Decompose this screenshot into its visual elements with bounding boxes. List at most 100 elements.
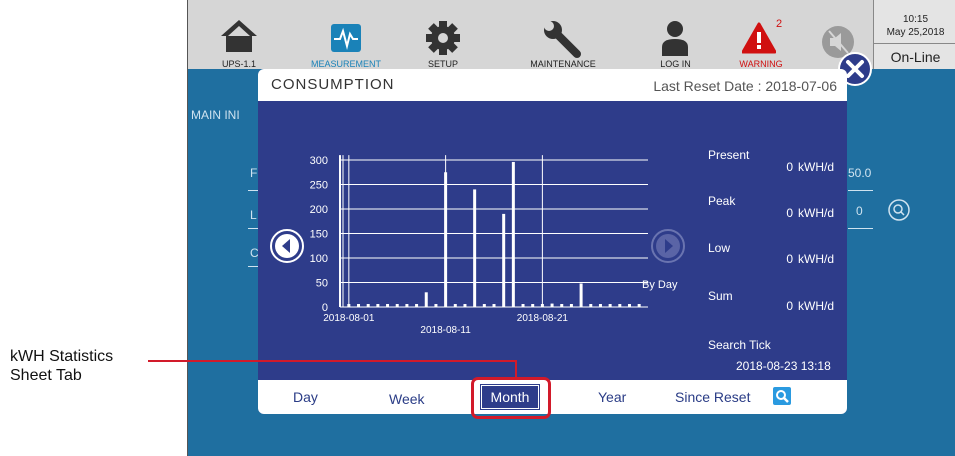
callout-line-2: Sheet Tab [10,367,82,384]
background-value-fragment: 0 [856,204,863,218]
wrench-icon [544,21,581,58]
tab-year[interactable]: Year [598,389,626,405]
bar-day-20 [531,304,535,307]
y-tick-label: 150 [310,229,328,241]
background-divider [848,228,873,229]
present-unit: kWH/d [798,160,834,174]
bar-day-3 [366,304,370,307]
bar-day-15 [482,304,486,307]
callout-label: kWH Statistics Sheet Tab [10,347,113,385]
online-status: On-Line [874,43,955,70]
kwh-statistics-tab-bar: Day Week Month Year Since Reset [258,380,847,414]
nav-item-ups[interactable]: UPS-1.1 [208,0,270,69]
low-value: 0 [786,252,793,266]
y-tick-label: 50 [316,278,328,290]
status-clock-panel: 10:15 May 25,2018 On-Line [873,0,955,69]
clock-date: May 25,2018 [886,27,945,38]
bar-day-19 [521,304,525,307]
background-search-icon[interactable] [887,198,911,222]
nav-item-warning[interactable]: 2 WARNING [726,0,796,69]
nav-item-measurement[interactable]: MEASUREMENT [306,0,386,69]
callout-leader-line [148,360,516,362]
bar-day-18 [511,161,515,307]
waveform-icon [331,24,361,52]
bar-day-25 [579,283,583,307]
callout-line-1: kWH Statistics [10,348,114,365]
last-reset-date: Last Reset Date : 2018-07-06 [653,78,837,94]
bar-day-13 [463,304,467,307]
bar-day-26 [589,304,593,307]
tab-day[interactable]: Day [293,389,318,405]
bar-day-6 [395,304,399,307]
home-icon [221,20,257,52]
background-divider [848,190,873,191]
dialog-title: CONSUMPTION [271,76,395,93]
bar-day-27 [598,304,602,307]
sum-value: 0 [786,299,793,313]
consumption-chart: 0501001502002503002018-08-012018-08-1120… [310,155,648,336]
nav-label-setup: SETUP [427,59,458,69]
bar-day-9 [424,292,428,307]
y-tick-label: 300 [310,155,328,167]
nav-item-setup[interactable]: SETUP [413,0,473,69]
y-tick-label: 100 [310,253,328,265]
bar-day-16 [492,304,496,307]
x-tick-label: 2018-08-01 [323,313,375,324]
low-label: Low [708,241,731,255]
warning-icon [742,22,776,54]
peak-unit: kWH/d [798,206,834,220]
nav-label-ups: UPS-1.1 [221,59,256,69]
tab-since-reset[interactable]: Since Reset [675,389,750,405]
y-tick-label: 200 [310,204,328,216]
sum-unit: kWH/d [798,299,834,313]
bar-day-29 [618,304,622,307]
nav-label-measurement: MEASUREMENT [310,59,381,69]
bar-day-28 [608,304,612,307]
by-day-label: By Day [642,279,678,291]
tab-week[interactable]: Week [389,391,425,407]
bar-day-2 [357,304,361,307]
background-value-fragment: 50.0 [848,166,872,180]
bar-day-7 [405,304,409,307]
bar-day-23 [560,304,564,307]
bar-day-31 [637,304,641,307]
nav-item-login[interactable]: LOG IN [648,0,703,69]
user-icon [662,21,688,56]
x-tick-label: 2018-08-11 [420,325,471,336]
present-label: Present [708,148,750,162]
callout-highlight-box [471,377,551,419]
peak-value: 0 [786,206,793,220]
callout-leader-line [515,360,517,377]
present-value: 0 [786,160,793,174]
warning-count-badge: 2 [776,18,783,30]
peak-label: Peak [708,194,736,208]
search-icon[interactable] [773,387,791,405]
background-fragment-f: F [250,166,258,180]
x-tick-label: 2018-08-21 [517,313,569,324]
bar-day-14 [473,189,477,307]
clock-time: 10:15 [902,14,929,25]
nav-label-login: LOG IN [660,59,691,69]
bar-day-8 [415,304,419,307]
bar-day-10 [434,304,438,307]
bar-day-11 [444,172,448,307]
next-arrow-button[interactable] [650,228,686,264]
y-tick-label: 250 [310,180,328,192]
consumption-dialog: CONSUMPTION Last Reset Date : 2018-07-06… [258,69,847,414]
nav-label-warning: WARNING [739,59,783,69]
sum-label: Sum [708,289,733,303]
background-section-label: MAIN INI [191,108,240,122]
previous-arrow-button[interactable] [269,228,305,264]
nav-item-maintenance[interactable]: MAINTENANCE [513,0,613,69]
gear-icon [426,21,460,55]
bar-day-12 [453,304,457,307]
bar-day-22 [550,303,554,307]
nav-label-maintenance: MAINTENANCE [530,59,596,69]
background-fragment-l: L [250,208,257,222]
search-tick-label: Search Tick [708,338,771,352]
search-tick-value: 2018-08-23 13:18 [736,359,831,373]
bar-day-1 [347,304,351,307]
bar-day-30 [627,304,631,307]
bar-day-4 [376,304,380,307]
low-unit: kWH/d [798,252,834,266]
